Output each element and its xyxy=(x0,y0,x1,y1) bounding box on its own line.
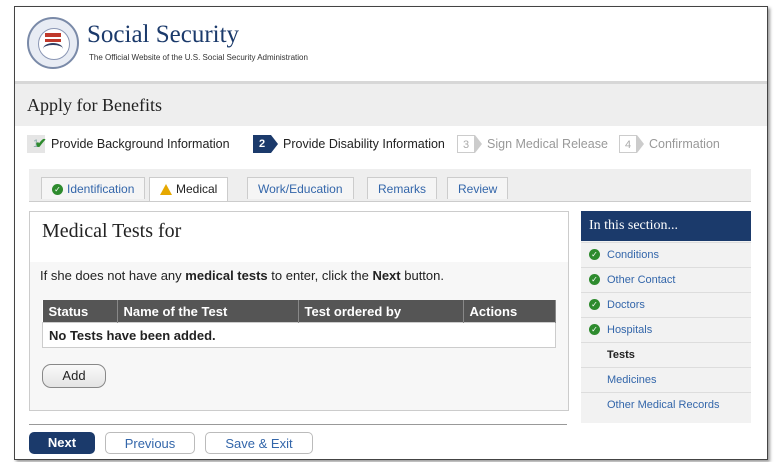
tests-table: Status Name of the Test Test ordered by … xyxy=(42,300,556,348)
step-label: Provide Disability Information xyxy=(283,137,445,151)
empty-table-message: No Tests have been added. xyxy=(42,322,556,348)
browser-frame: Social Security The Official Website of … xyxy=(14,6,768,460)
sidebar-item-hospitals[interactable]: ✓ Hospitals xyxy=(581,317,751,342)
tab-identification[interactable]: ✓ Identification xyxy=(41,177,146,199)
column-header-test-name: Name of the Test xyxy=(117,300,299,323)
step-arrow-icon xyxy=(475,135,482,153)
check-circle-icon: ✓ xyxy=(589,274,600,285)
sidebar-item-conditions[interactable]: ✓ Conditions xyxy=(581,242,751,267)
section-tabs: ✓ Identification Medical Work/Education R… xyxy=(29,169,751,202)
instruction-text: If she does not have any medical tests t… xyxy=(40,268,444,283)
step-disability-info: 2 Provide Disability Information xyxy=(253,135,445,153)
eagle-icon xyxy=(43,43,63,55)
add-test-button[interactable]: Add xyxy=(42,364,106,388)
site-header: Social Security The Official Website of … xyxy=(15,7,767,81)
sidebar-item-tests: Tests xyxy=(581,342,751,367)
warning-icon xyxy=(160,184,172,196)
step-number: 3 xyxy=(457,135,475,153)
step-number: 2 xyxy=(253,135,271,153)
step-medical-release: 3 Sign Medical Release xyxy=(457,135,608,153)
step-confirmation: 4 Confirmation xyxy=(619,135,720,153)
column-header-status: Status xyxy=(42,300,118,323)
check-circle-icon: ✓ xyxy=(589,324,600,335)
previous-button[interactable]: Previous xyxy=(105,432,195,454)
step-label: Sign Medical Release xyxy=(487,137,608,151)
check-circle-icon: ✓ xyxy=(589,249,600,260)
table-header-row: Status Name of the Test Test ordered by … xyxy=(42,300,556,323)
site-brand[interactable]: Social Security xyxy=(87,21,239,49)
save-exit-button[interactable]: Save & Exit xyxy=(205,432,313,454)
step-label: Confirmation xyxy=(649,137,720,151)
tab-work-education[interactable]: Work/Education xyxy=(247,177,354,199)
ssa-seal-logo[interactable] xyxy=(27,17,79,69)
sidebar-heading: In this section... xyxy=(581,211,751,241)
column-header-ordered-by: Test ordered by xyxy=(298,300,464,323)
divider xyxy=(29,424,567,425)
step-label: Provide Background Information xyxy=(51,137,230,151)
progress-steps: 1 ✔ Provide Background Information 2 Provid… xyxy=(15,129,767,159)
tab-remarks[interactable]: Remarks xyxy=(367,177,438,199)
heading-card: Medical Tests for xyxy=(30,212,568,262)
checkmark-icon: ✔ xyxy=(35,135,47,151)
step-arrow-icon xyxy=(637,135,644,153)
check-circle-icon: ✓ xyxy=(589,299,600,310)
sidebar-item-doctors[interactable]: ✓ Doctors xyxy=(581,292,751,317)
step-number: 1 ✔ xyxy=(27,135,47,153)
sidebar-item-other-contact[interactable]: ✓ Other Contact xyxy=(581,267,751,292)
step-background-info: 1 ✔ Provide Background Information xyxy=(27,135,230,153)
section-heading: Medical Tests for xyxy=(42,220,182,242)
tab-medical[interactable]: Medical xyxy=(149,177,229,201)
next-button[interactable]: Next xyxy=(29,432,95,454)
title-bar: Apply for Benefits xyxy=(15,81,767,126)
site-tagline: The Official Website of the U.S. Social … xyxy=(89,53,308,62)
table-row: No Tests have been added. xyxy=(42,322,556,348)
column-header-actions: Actions xyxy=(463,300,556,323)
tab-review[interactable]: Review xyxy=(447,177,509,199)
step-arrow-icon xyxy=(271,135,278,153)
sidebar-item-medicines[interactable]: Medicines xyxy=(581,367,751,392)
main-panel: Medical Tests for If she does not have a… xyxy=(29,211,569,411)
sidebar-item-other-medical-records[interactable]: Other Medical Records xyxy=(581,392,751,417)
step-number: 4 xyxy=(619,135,637,153)
page-title: Apply for Benefits xyxy=(27,95,162,115)
section-sidebar: In this section... ✓ Conditions ✓ Other Co… xyxy=(581,211,751,423)
redacted-name xyxy=(232,224,370,244)
check-circle-icon: ✓ xyxy=(52,184,63,196)
